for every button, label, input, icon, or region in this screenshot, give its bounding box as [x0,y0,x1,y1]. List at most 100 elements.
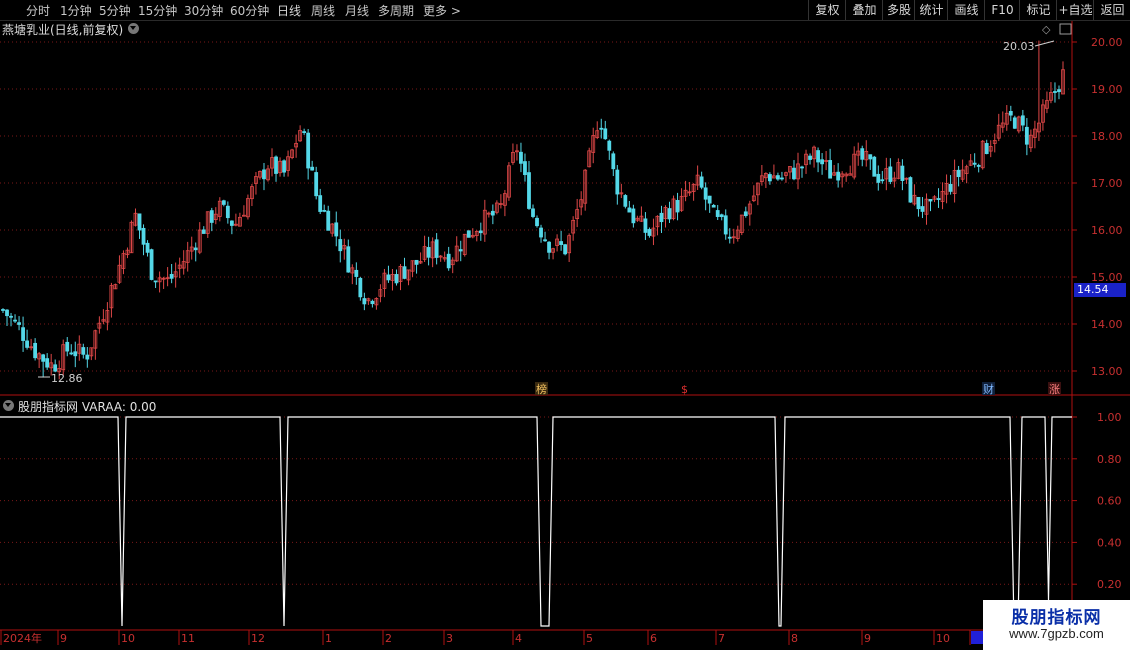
candle-body [627,207,632,213]
candle-body [5,309,9,317]
candle-body [916,196,921,210]
candle-body [274,156,278,174]
date-label: 1 [325,632,332,645]
candle-body [478,230,483,234]
candle-body [9,315,13,318]
price-tick-label: 13.00 [1091,365,1123,378]
low-label: 12.86 [51,372,83,385]
date-label: 12 [251,632,265,645]
candle-body [434,239,439,258]
candle-body [153,280,158,283]
candle-body [647,229,652,236]
candle-body [310,166,315,171]
date-axis: 2024年91011121234567891020 [0,630,986,645]
candle-body [326,210,331,231]
high-label: 20.03 [1003,40,1035,53]
candle-body [334,222,339,237]
candle-body [543,239,547,242]
watermark-url: www.7gpzb.com [1009,626,1104,641]
candle-body [394,274,399,284]
current-price-tag: 14.54 [1074,283,1126,297]
candle-body [229,220,234,226]
candle-body [402,266,407,279]
candle-body [145,242,150,253]
main-grid [0,41,1072,372]
candle-body [920,206,925,212]
price-tick-label: 14.00 [1091,318,1123,331]
candle-body [1012,117,1017,129]
date-label: 7 [718,632,725,645]
candle-body [169,274,174,279]
candle-body [149,249,154,280]
high-annotation: 20.03 [1003,40,1055,53]
candle-body [370,300,375,305]
candle-body [780,177,784,180]
candle-body [209,210,214,223]
price-tick-label: 18.00 [1091,130,1123,143]
candle-body [699,176,704,188]
candle-body [908,177,913,203]
price-tick-label: 16.00 [1091,224,1123,237]
candle-body [820,159,824,165]
indicator-tick-label: 0.40 [1097,536,1122,549]
candle-body [25,340,29,348]
candle-body [314,172,319,197]
date-label: 5 [586,632,593,645]
candle-body [956,169,961,178]
candle-body [262,169,266,180]
title-dropdown-icon[interactable] [128,23,139,34]
indicator-tick-label: 0.60 [1097,495,1122,508]
price-tick-label: 20.00 [1091,36,1123,49]
candle-body [559,241,564,245]
diamond-icon[interactable]: ◇ [1042,23,1051,36]
date-label: 4 [515,632,522,645]
window-toggle-icon[interactable] [1059,23,1072,35]
candle-body [767,174,772,182]
candles [1,40,1065,380]
indicator-grid [0,416,1072,585]
candle-body [322,209,327,212]
varaa-line [0,416,1072,627]
indicator-dropdown-icon[interactable] [3,400,14,411]
marker-bang: 榜 [536,382,547,396]
date-label: 2024年 [3,631,42,645]
candle-body [1020,115,1025,126]
candle-body [928,199,933,202]
candle-body [414,259,419,265]
candle-body [715,210,720,217]
candle-body [603,128,608,140]
candle-body [615,169,620,195]
price-tick-label: 17.00 [1091,177,1123,190]
candle-body [69,352,74,355]
candle-body [703,187,708,200]
event-markers[interactable]: 榜 $ 财 涨 [535,382,1061,396]
candle-body [282,160,286,173]
candle-body [137,213,142,231]
candle-body [860,148,865,160]
candle-body [599,127,604,130]
date-label: 10 [936,632,950,645]
candle-body [727,236,732,239]
candle-body [984,143,989,155]
date-label: 6 [650,632,657,645]
candle-body [876,173,881,183]
candle-body [362,298,367,305]
candle-body [711,204,716,208]
indicator-axis: 0.20 0.40 0.60 0.80 1.00 [1072,411,1122,591]
indicator-tick-label: 1.00 [1097,411,1122,424]
candle-body [458,249,463,252]
candle-body [1024,126,1029,145]
candle-body [611,153,616,170]
candle-body [354,269,359,277]
candle-body [1057,89,1061,93]
candle-body [318,195,323,212]
candle-body [888,166,893,182]
candle-body [466,230,471,238]
candle-body [808,155,812,160]
candle-body [33,342,38,359]
price-tick-label: 19.00 [1091,83,1123,96]
kline-chart[interactable]: 13.0014.0015.0016.0017.0018.0019.0020.00… [0,0,1130,650]
candle-body [1053,91,1057,93]
candle-body [900,165,905,181]
candle-body [776,175,780,180]
